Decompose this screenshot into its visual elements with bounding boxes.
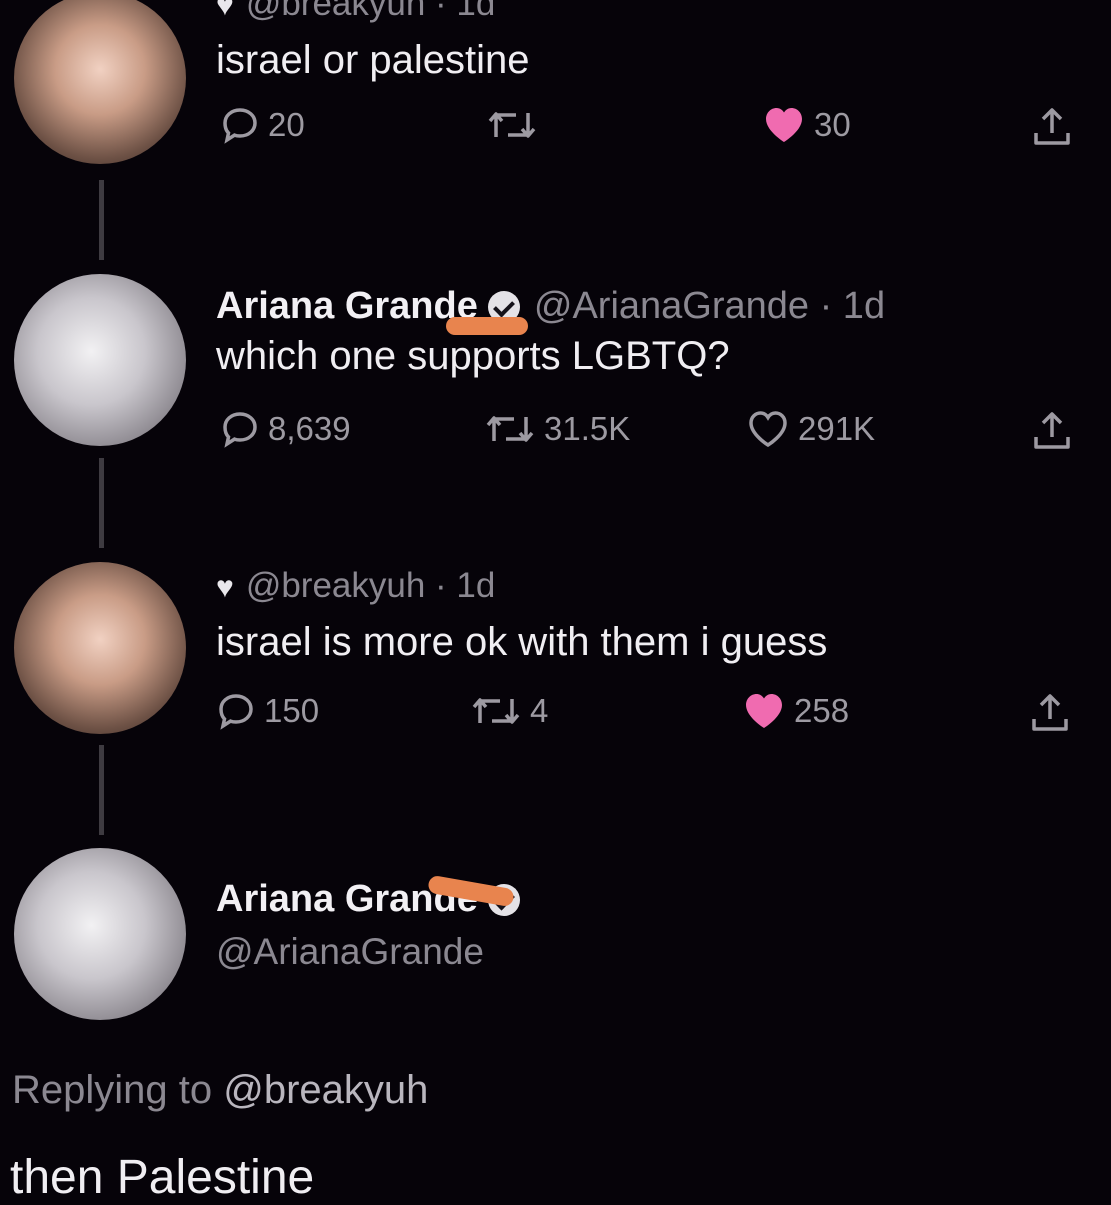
retweet-button[interactable]: 4: [470, 691, 548, 731]
heart-icon: ♥: [216, 571, 234, 604]
retweet-count: 4: [530, 692, 549, 729]
retweet-icon: [486, 416, 534, 442]
avatar[interactable]: [14, 848, 186, 1020]
tweet-meta: ♥ @breakyuh · 1d: [216, 566, 1111, 606]
handle-time[interactable]: @breakyuh · 1d: [246, 0, 496, 23]
tweet: ♥ @breakyuh · 1d israel is more ok with t…: [216, 566, 1111, 751]
thread-line: [99, 458, 104, 548]
tweet: Ariana Grande @ArianaGrande · 1d which o…: [216, 285, 1111, 469]
retweet-icon: [472, 698, 520, 724]
reply-count: 20: [268, 106, 305, 143]
replying-prefix: Replying to: [12, 1068, 224, 1112]
share-icon: [1034, 412, 1070, 449]
tweet-actions: 20 30: [216, 105, 1111, 165]
heart-icon: [766, 108, 802, 142]
share-button[interactable]: [1030, 105, 1074, 149]
retweet-button[interactable]: 31.5K: [484, 409, 630, 449]
tweet-text: then Palestine: [10, 1151, 315, 1204]
author-row: Ariana Grande: [216, 874, 520, 921]
tweet: ♥ @breakyuh · 1d israel or palestine 20 3…: [216, 0, 1111, 165]
reply-header: Ariana Grande @ArianaGrande: [216, 874, 520, 973]
heart-icon: [746, 694, 782, 728]
replying-handle-link[interactable]: @breakyuh: [223, 1068, 428, 1112]
like-button[interactable]: 291K: [746, 409, 875, 449]
retweet-icon: [488, 112, 536, 138]
tweet-actions: 150 4 258: [216, 691, 1111, 751]
reply-count: 8,639: [268, 410, 351, 447]
reply-icon: [223, 412, 257, 448]
reply-icon: [219, 694, 253, 730]
like-button[interactable]: 258: [742, 691, 849, 731]
reply-button[interactable]: 150: [216, 691, 319, 731]
share-icon: [1034, 108, 1070, 145]
like-count: 258: [794, 692, 850, 729]
tweet-actions: 8,639 31.5K 291K: [216, 409, 1111, 469]
tweet-text: which one supports LGBTQ?: [216, 334, 730, 378]
reply-button[interactable]: 20: [220, 105, 305, 145]
reply-count: 150: [264, 692, 320, 729]
handle-time[interactable]: @ArianaGrande · 1d: [534, 285, 885, 328]
heart-icon: ♥: [216, 0, 234, 22]
author-name[interactable]: Ariana Grande: [216, 285, 478, 328]
share-button[interactable]: [1030, 409, 1074, 453]
retweet-count: 31.5K: [544, 410, 631, 447]
thread-line: [99, 745, 104, 835]
share-button[interactable]: [1028, 691, 1072, 735]
tweet-text: israel or palestine: [216, 38, 530, 82]
handle-time[interactable]: @breakyuh · 1d: [246, 566, 496, 605]
heart-outline-icon: [749, 411, 787, 448]
reply-icon: [223, 108, 257, 144]
replying-to: Replying to @breakyuh: [12, 1068, 428, 1113]
redaction-mark: [446, 317, 528, 335]
retweet-button[interactable]: [486, 105, 546, 145]
like-button[interactable]: 30: [762, 105, 851, 145]
share-icon: [1032, 694, 1068, 731]
author-row: Ariana Grande @ArianaGrande · 1d: [216, 285, 1111, 328]
tweet-text: israel is more ok with them i guess: [216, 620, 828, 664]
like-count: 30: [814, 106, 851, 143]
reply-button[interactable]: 8,639: [220, 409, 351, 449]
thread-line: [99, 180, 104, 260]
avatar[interactable]: [14, 0, 186, 164]
avatar[interactable]: [14, 274, 186, 446]
author-handle[interactable]: @ArianaGrande: [216, 931, 520, 973]
tweet-meta: ♥ @breakyuh · 1d: [216, 0, 1111, 24]
avatar[interactable]: [14, 562, 186, 734]
like-count: 291K: [798, 410, 876, 447]
